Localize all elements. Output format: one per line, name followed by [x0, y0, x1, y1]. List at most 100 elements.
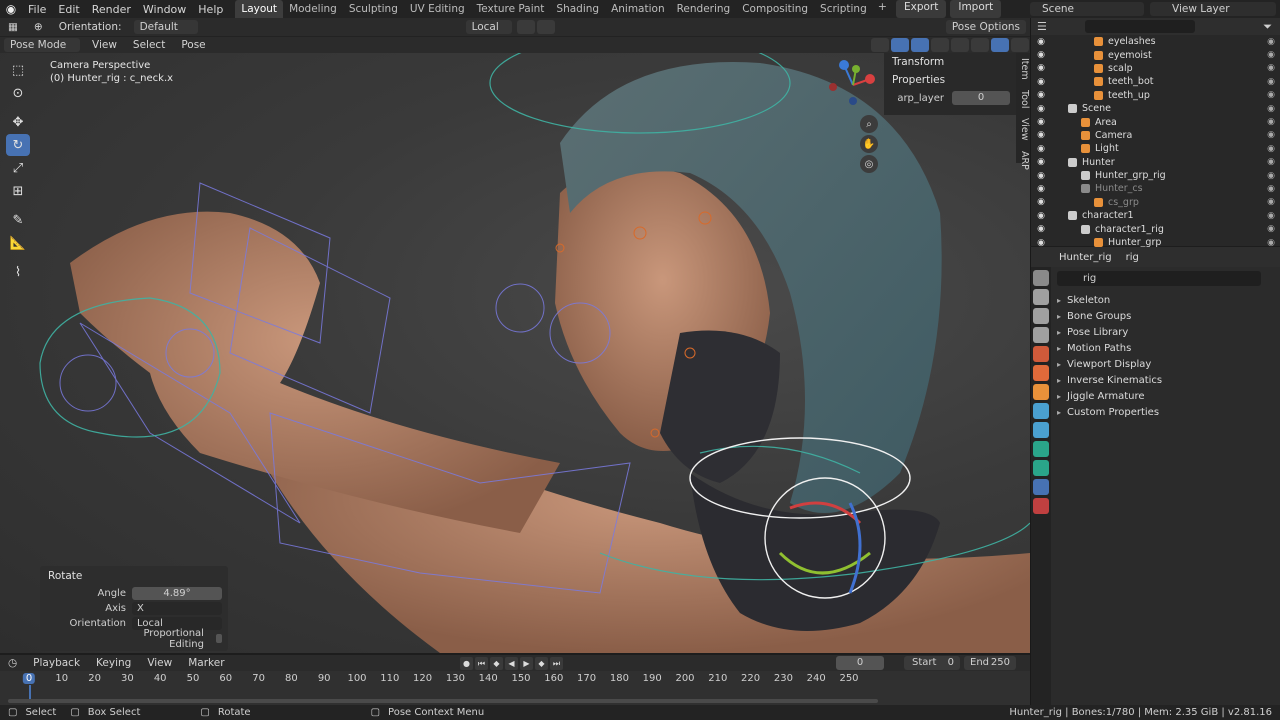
properties-tab-icon[interactable] [1033, 441, 1049, 457]
visibility-eye-icon[interactable]: ◉ [1035, 130, 1047, 140]
zoom-icon[interactable]: ⌕ [860, 115, 878, 133]
tab-modeling[interactable]: Modeling [283, 0, 343, 18]
prev-key-icon[interactable]: ◆ [490, 656, 503, 670]
visibility-eye-icon[interactable]: ◉ [1035, 77, 1047, 87]
annotate-tool-icon[interactable]: ✎ [6, 209, 30, 231]
outliner-row[interactable]: ◉ teeth_up ◉ [1031, 89, 1280, 102]
hide-toggle-icon[interactable]: ◉ [1267, 184, 1275, 194]
menu-help[interactable]: Help [192, 3, 229, 16]
end-frame-field[interactable]: End 250 [964, 656, 1016, 670]
proportional-editing-checkbox[interactable] [215, 634, 222, 643]
outliner-row[interactable]: ◉ Scene ◉ [1031, 102, 1280, 115]
menu-timeline-view[interactable]: View [139, 657, 180, 669]
shading-solid-icon[interactable] [971, 38, 989, 52]
visibility-eye-icon[interactable]: ◉ [1035, 37, 1047, 47]
outliner-row[interactable]: ◉ cs_grp ◉ [1031, 196, 1280, 209]
cursor-tool-icon[interactable]: ⊙ [6, 82, 30, 104]
hide-toggle-icon[interactable]: ◉ [1267, 104, 1275, 114]
transform-space-dropdown[interactable]: Local [465, 20, 512, 34]
play-icon[interactable]: ▶ [520, 656, 533, 670]
filter-icon[interactable]: ⏷ [1263, 20, 1280, 34]
proportional-icon[interactable] [536, 20, 555, 34]
hide-toggle-icon[interactable]: ◉ [1267, 130, 1275, 140]
outliner-row[interactable]: ◉ Area ◉ [1031, 115, 1280, 128]
properties-tab-icon[interactable] [1033, 270, 1049, 286]
menu-file[interactable]: File [22, 3, 52, 16]
pose-options-dropdown[interactable]: Pose Options [945, 20, 1026, 34]
visibility-eye-icon[interactable]: ◉ [1035, 197, 1047, 207]
visibility-icon[interactable] [871, 38, 889, 52]
hide-toggle-icon[interactable]: ◉ [1267, 157, 1275, 167]
hide-toggle-icon[interactable]: ◉ [1267, 224, 1275, 234]
properties-tab-icon[interactable] [1033, 346, 1049, 362]
gizmo-icon[interactable] [891, 38, 909, 52]
visibility-eye-icon[interactable]: ◉ [1035, 117, 1047, 127]
menu-select[interactable]: Select [125, 39, 173, 51]
outliner-row[interactable]: ◉ eyelashes ◉ [1031, 35, 1280, 48]
orientation-dropdown[interactable]: Default [133, 20, 198, 34]
visibility-eye-icon[interactable]: ◉ [1035, 157, 1047, 167]
properties-tab-icon[interactable] [1033, 365, 1049, 381]
camera-view-icon[interactable]: ◎ [860, 155, 878, 173]
operator-title[interactable]: Rotate [40, 566, 228, 586]
outliner-search-input[interactable] [1084, 20, 1195, 33]
visibility-eye-icon[interactable]: ◉ [1035, 104, 1047, 114]
properties-tab-icon[interactable] [1033, 422, 1049, 438]
menu-window[interactable]: Window [137, 3, 192, 16]
hide-toggle-icon[interactable]: ◉ [1267, 211, 1275, 221]
visibility-eye-icon[interactable]: ◉ [1035, 90, 1047, 100]
axis-dropdown[interactable]: X [132, 602, 222, 615]
scene-selector[interactable]: Scene [1030, 2, 1144, 16]
timeline[interactable]: 0 10 20 30 40 50 60 70 80 90 100 110 120 130 140 150 160… [0, 671, 1048, 705]
current-frame-field[interactable]: 0 [836, 656, 884, 670]
transform-pivot-icon[interactable]: ⊕ [26, 21, 51, 33]
menu-marker[interactable]: Marker [180, 657, 232, 669]
properties-panel-header[interactable]: Properties [884, 71, 1016, 89]
start-frame-field[interactable]: Start 0 [904, 656, 960, 670]
properties-tab-icon[interactable] [1033, 327, 1049, 343]
axis-gizmo-icon[interactable] [828, 57, 878, 107]
properties-search-input[interactable]: rig [1057, 271, 1261, 286]
outliner-row[interactable]: ◉ Hunter ◉ [1031, 156, 1280, 169]
outliner-editor-icon[interactable]: ☰ [1037, 20, 1047, 33]
properties-tab-icon[interactable] [1033, 308, 1049, 324]
transform-panel-header[interactable]: Transform [884, 53, 1016, 71]
overlay-icon[interactable] [911, 38, 929, 52]
menu-render[interactable]: Render [86, 3, 137, 16]
properties-tab-icon[interactable] [1033, 498, 1049, 514]
outliner-row[interactable]: ◉ Hunter_grp_rig ◉ [1031, 169, 1280, 182]
scale-tool-icon[interactable]: ⤢ [6, 157, 30, 179]
visibility-eye-icon[interactable]: ◉ [1035, 211, 1047, 221]
snap-icon[interactable] [516, 20, 535, 34]
tab-texture-paint[interactable]: Texture Paint [471, 0, 551, 18]
hide-toggle-icon[interactable]: ◉ [1267, 117, 1275, 127]
arp-layer-field[interactable]: 0 [952, 91, 1010, 105]
3d-viewport[interactable]: Camera Perspective (0) Hunter_rig : c_ne… [0, 53, 1030, 653]
properties-panel-header[interactable]: Pose Library [1057, 324, 1162, 340]
transform-tool-icon[interactable]: ⊞ [6, 180, 30, 202]
move-tool-icon[interactable]: ✥ [6, 111, 30, 133]
timeline-scrollbar[interactable] [8, 699, 878, 703]
jump-start-icon[interactable]: ⏮ [475, 656, 488, 670]
shading-rendered-icon[interactable] [1011, 38, 1029, 52]
properties-panel-header[interactable]: Custom Properties [1057, 404, 1162, 420]
menu-edit[interactable]: Edit [52, 3, 85, 16]
properties-panel-header[interactable]: Skeleton [1057, 292, 1162, 308]
jump-end-icon[interactable]: ⏭ [550, 656, 563, 670]
visibility-eye-icon[interactable]: ◉ [1035, 144, 1047, 154]
export-button[interactable]: Export [895, 0, 947, 18]
hide-toggle-icon[interactable]: ◉ [1267, 63, 1275, 73]
add-workspace-icon[interactable]: + [873, 0, 892, 18]
tab-animation[interactable]: Animation [605, 0, 671, 18]
tab-compositing[interactable]: Compositing [736, 0, 814, 18]
menu-view[interactable]: View [84, 39, 125, 51]
navigation-gizmo[interactable]: ⌕ ✋ ◎ [828, 57, 878, 177]
properties-tab-icon[interactable] [1033, 289, 1049, 305]
import-button[interactable]: Import [950, 0, 1002, 18]
pose-tool-icon[interactable]: ⌇ [6, 261, 30, 283]
menu-keying[interactable]: Keying [88, 657, 139, 669]
editor-type-icon[interactable]: ▦ [0, 21, 26, 33]
properties-tab-icon[interactable] [1033, 384, 1049, 400]
tab-uv-editing[interactable]: UV Editing [404, 0, 471, 18]
hide-toggle-icon[interactable]: ◉ [1267, 37, 1275, 47]
